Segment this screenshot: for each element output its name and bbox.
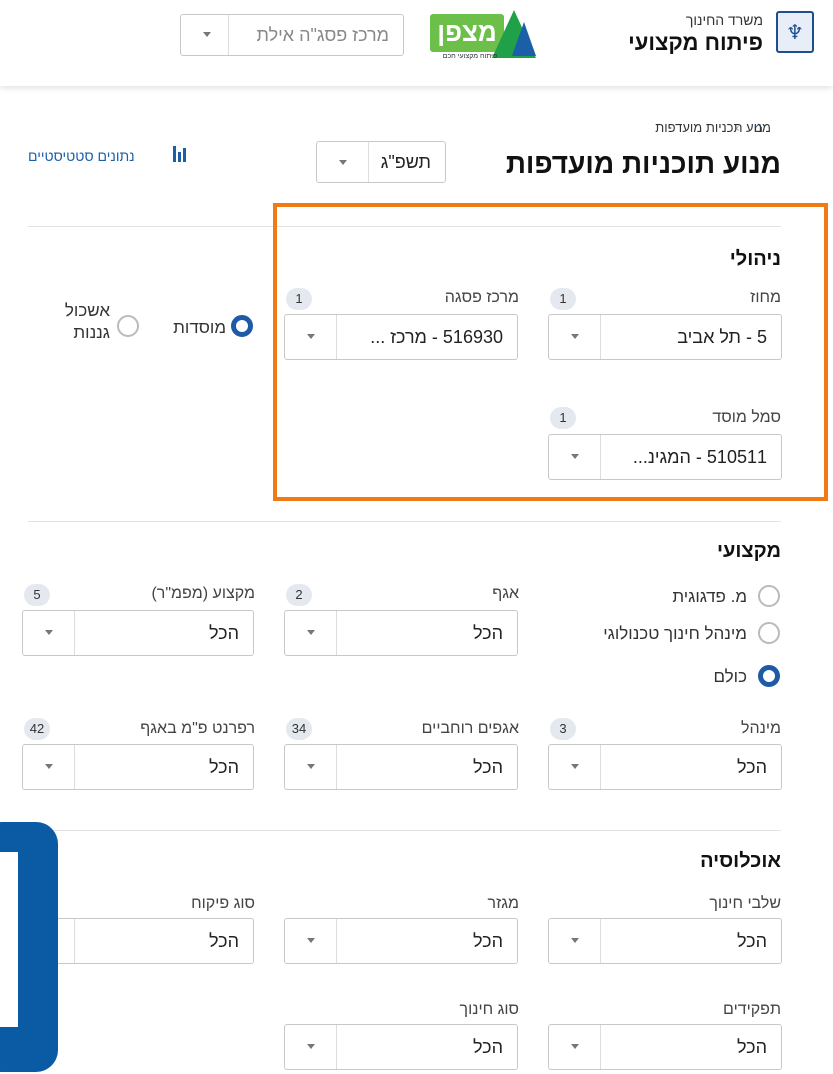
stages-select-dropdown[interactable]	[549, 919, 601, 963]
chevron-down-icon	[571, 938, 579, 943]
stages-select[interactable]: הכל	[548, 918, 782, 964]
radio-tech[interactable]	[758, 622, 780, 644]
referent-select-value: הכל	[208, 757, 239, 777]
menorah-emblem-icon: ♆	[776, 11, 814, 53]
radio-tech-label[interactable]: מינהל חינוך טכנולוגי	[603, 624, 747, 644]
chevron-down-icon	[339, 160, 347, 165]
bar-chart-icon[interactable]	[173, 146, 189, 162]
subject-count-badge: 5	[24, 584, 50, 606]
education-type-select[interactable]: הכל	[284, 1024, 518, 1070]
chevron-down-icon	[571, 764, 579, 769]
administration-select[interactable]: הכל	[548, 744, 782, 790]
radio-kindergartens-label[interactable]: אשכול גננות	[50, 300, 110, 344]
year-select[interactable]: תשפ"ג	[316, 141, 446, 183]
wide-wings-select-dropdown[interactable]	[285, 745, 337, 789]
administration-count-badge: 3	[550, 718, 576, 740]
radio-kindergartens[interactable]	[117, 315, 139, 337]
stages-label: שלבי חינוך	[709, 895, 781, 912]
wing-select-value: הכל	[472, 623, 503, 643]
referent-label: רפרנט פ"מ באגף	[140, 720, 255, 737]
logo-tagline: פיתוח מקצועי חכם	[442, 53, 498, 60]
wide-wings-select[interactable]: הכל	[284, 744, 518, 790]
page-title: מנוע תוכניות מועדפות	[505, 148, 781, 179]
roles-label: תפקידים	[723, 1001, 781, 1018]
chevron-down-icon	[45, 630, 53, 635]
roles-select-value: הכל	[736, 1037, 767, 1057]
radio-all-label[interactable]: כולם	[713, 667, 747, 687]
population-section-title: אוכלוסיה	[700, 850, 781, 872]
center-select-value: מרכז פסג"ה אילת	[256, 25, 390, 45]
overlay-panel-inner	[0, 852, 18, 1027]
supervision-label: סוג פיקוח	[191, 895, 255, 912]
administration-label: מינהל	[741, 720, 781, 737]
chevron-down-icon	[307, 938, 315, 943]
chevron-down-icon	[307, 630, 315, 635]
bar-chart-icon-bar	[178, 152, 181, 162]
divider	[28, 830, 781, 831]
wide-wings-label: אגפים רוחביים	[421, 720, 519, 737]
center-select-dropdown[interactable]	[181, 15, 229, 55]
overlay-panel	[0, 822, 58, 1072]
wing-select-dropdown[interactable]	[285, 611, 337, 655]
sector-select[interactable]: הכל	[284, 918, 518, 964]
logo-triangle-accent-icon	[512, 22, 536, 56]
subject-select-dropdown[interactable]	[23, 611, 75, 655]
site-title[interactable]: פיתוח מקצועי	[628, 30, 763, 56]
administration-select-dropdown[interactable]	[549, 745, 601, 789]
ministry-name: משרד החינוך	[685, 12, 763, 28]
referent-select-dropdown[interactable]	[23, 745, 75, 789]
stages-select-value: הכל	[736, 931, 767, 951]
education-type-select-dropdown[interactable]	[285, 1025, 337, 1069]
top-header: ♆ משרד החינוך פיתוח מקצועי מצפן פיתוח מק…	[0, 0, 833, 86]
wing-label: אגף	[492, 585, 519, 602]
radio-institutions-label[interactable]: מוסדות	[173, 318, 226, 338]
wing-select[interactable]: הכל	[284, 610, 518, 656]
referent-count-badge: 42	[24, 718, 50, 740]
matzpen-logo[interactable]: מצפן פיתוח מקצועי חכם	[430, 10, 540, 60]
administration-select-value: הכל	[736, 757, 767, 777]
supervision-select-value: הכל	[208, 931, 239, 951]
sector-select-dropdown[interactable]	[285, 919, 337, 963]
education-type-select-value: הכל	[472, 1037, 503, 1057]
sector-label: מגזר	[487, 895, 519, 912]
chevron-down-icon	[571, 1044, 579, 1049]
subject-label: מקצוע (מפמ"ר)	[151, 585, 255, 602]
subject-select-value: הכל	[208, 623, 239, 643]
highlight-frame	[273, 203, 828, 501]
chevron-down-icon	[307, 764, 315, 769]
referent-select[interactable]: הכל	[22, 744, 254, 790]
chevron-down-icon	[307, 1044, 315, 1049]
divider	[28, 521, 781, 522]
sector-select-value: הכל	[472, 931, 503, 951]
wing-count-badge: 2	[286, 584, 312, 606]
radio-pedagogic-label[interactable]: מ. פדגוגית	[672, 587, 747, 607]
education-type-label: סוג חינוך	[459, 1001, 519, 1018]
subject-select[interactable]: הכל	[22, 610, 254, 656]
year-select-dropdown[interactable]	[317, 142, 369, 182]
roles-select[interactable]: הכל	[548, 1024, 782, 1070]
radio-all[interactable]	[758, 665, 780, 687]
roles-select-dropdown[interactable]	[549, 1025, 601, 1069]
statistics-link[interactable]: נתונים סטטיסטיים	[28, 148, 135, 164]
wide-wings-count-badge: 34	[286, 718, 312, 740]
year-select-value: תשפ"ג	[380, 152, 431, 172]
radio-institutions[interactable]	[231, 315, 253, 337]
chevron-down-icon	[203, 32, 211, 37]
bar-chart-icon-bar	[183, 148, 186, 162]
center-select[interactable]: מרכז פסג"ה אילת	[180, 14, 404, 56]
chevron-down-icon	[45, 764, 53, 769]
bar-chart-icon-bar	[173, 146, 176, 162]
wide-wings-select-value: הכל	[472, 757, 503, 777]
professional-section-title: מקצועי	[716, 540, 781, 562]
breadcrumb[interactable]: מנוע תכניות מועדפות	[655, 120, 771, 135]
radio-pedagogic[interactable]	[758, 585, 780, 607]
